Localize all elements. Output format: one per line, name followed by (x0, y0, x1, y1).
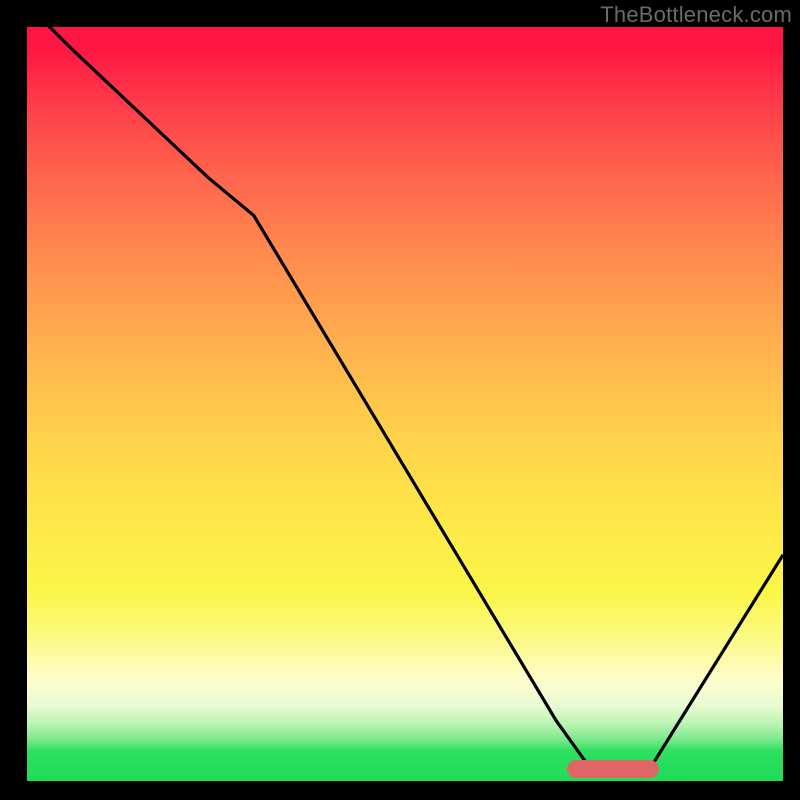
plot-area (27, 27, 783, 781)
bottleneck-curve (27, 27, 783, 781)
optimal-range-marker (567, 760, 659, 778)
watermark-text: TheBottleneck.com (600, 2, 792, 28)
chart-frame: TheBottleneck.com (0, 0, 800, 800)
curve-path (27, 27, 783, 773)
